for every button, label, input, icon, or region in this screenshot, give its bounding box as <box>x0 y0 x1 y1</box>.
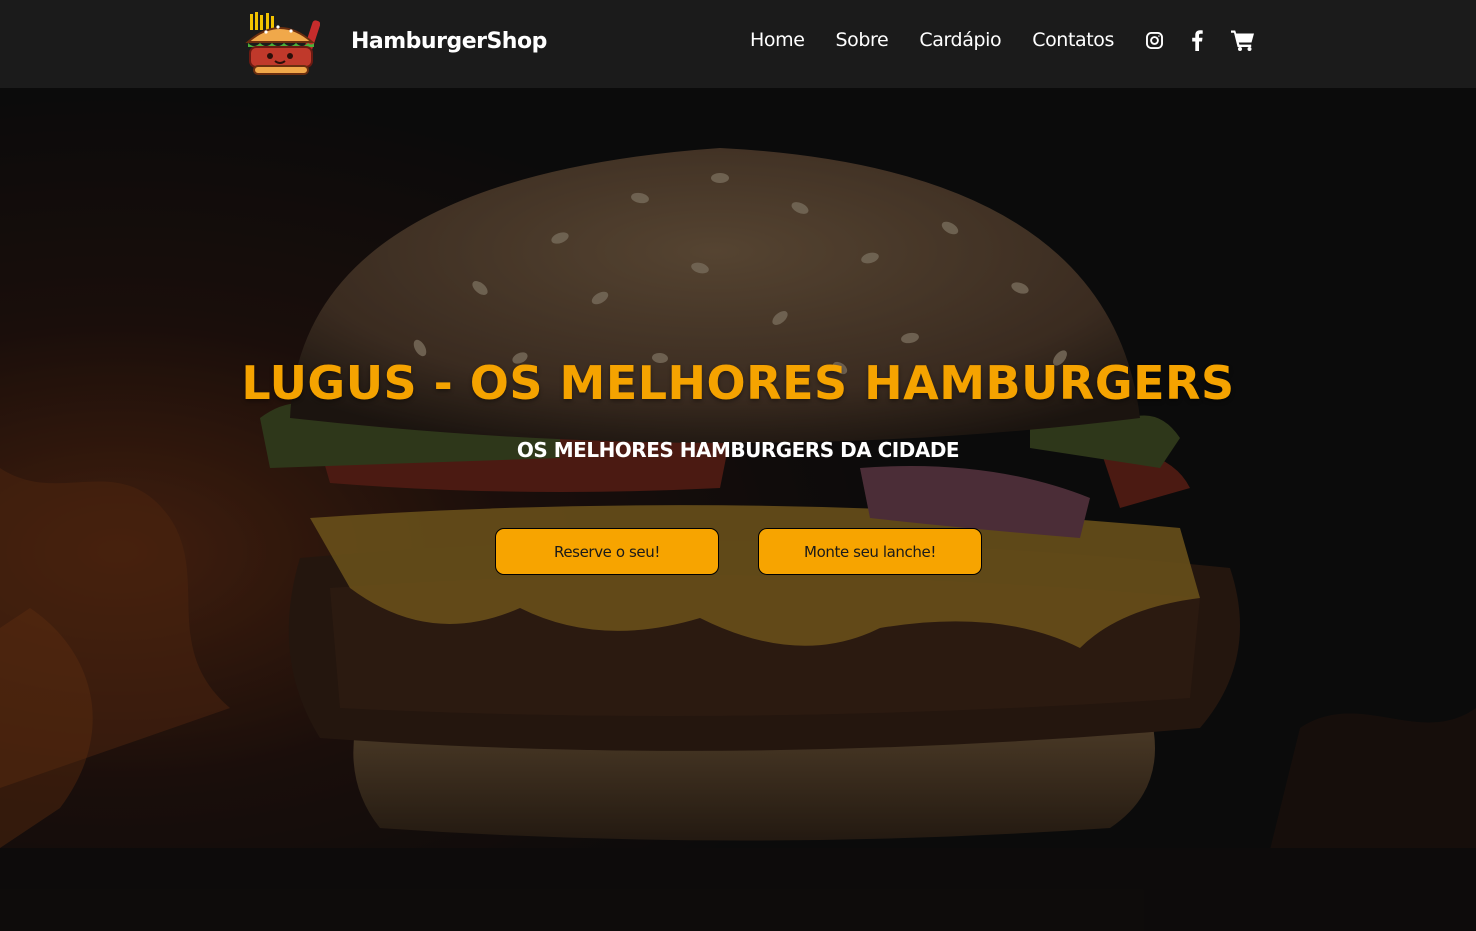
instagram-icon[interactable] <box>1145 31 1164 50</box>
reserve-button[interactable]: Reserve o seu! <box>495 528 719 575</box>
hero-title: LUGUS - OS MELHORES HAMBURGERS <box>241 356 1235 410</box>
facebook-icon[interactable] <box>1191 29 1203 51</box>
nav-cardapio[interactable]: Cardápio <box>919 29 1001 51</box>
hero-subtitle: OS MELHORES HAMBURGERS DA CIDADE <box>516 438 960 462</box>
main-nav: Home Sobre Cardápio Contatos <box>750 29 1255 51</box>
hero-overlay <box>0 88 1476 931</box>
burger-mascot-icon[interactable] <box>244 12 321 78</box>
nav-contatos[interactable]: Contatos <box>1032 29 1114 51</box>
build-sandwich-button[interactable]: Monte seu lanche! <box>758 528 982 575</box>
brand-name[interactable]: HamburgerShop <box>351 29 547 54</box>
hero-section: LUGUS - OS MELHORES HAMBURGERS OS MELHOR… <box>0 88 1476 931</box>
page: HamburgerShop Home Sobre Cardápio Contat… <box>0 0 1476 931</box>
brand[interactable]: HamburgerShop <box>244 12 547 78</box>
nav-home[interactable]: Home <box>750 29 805 51</box>
nav-sobre[interactable]: Sobre <box>836 29 889 51</box>
top-navbar: HamburgerShop Home Sobre Cardápio Contat… <box>0 0 1476 88</box>
cart-icon[interactable] <box>1231 29 1255 51</box>
